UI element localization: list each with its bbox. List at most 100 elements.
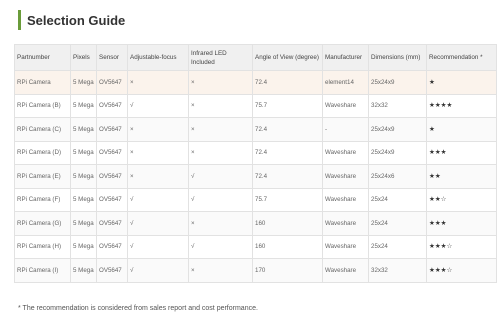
cell-infrared-led: ×	[188, 140, 253, 165]
table-row: RPi Camera (C) 5 Mega OV5647 × × 72.4 - …	[14, 117, 497, 142]
cell-sensor: OV5647	[96, 117, 128, 142]
cell-partnumber: RPi Camera (H)	[14, 234, 71, 259]
column-header: Pixels	[70, 44, 97, 71]
cell-pixels: 5 Mega	[70, 187, 97, 212]
section-title-bar: Selection Guide	[18, 10, 125, 30]
cell-pixels: 5 Mega	[70, 117, 97, 142]
cell-adjustable-focus: √	[127, 93, 189, 118]
page-title: Selection Guide	[27, 12, 126, 28]
cell-pixels: 5 Mega	[70, 93, 97, 118]
cell-dimensions: 32x32	[368, 258, 427, 283]
cell-recommendation: ★★★☆	[426, 258, 497, 283]
cell-partnumber: RPi Camera (G)	[14, 211, 71, 236]
cell-recommendation: ★★	[426, 164, 497, 189]
table-row: RPi Camera (I) 5 Mega OV5647 √ × 170 Wav…	[14, 258, 497, 283]
cell-sensor: OV5647	[96, 164, 128, 189]
cell-infrared-led: ×	[188, 93, 253, 118]
cell-manufacturer: Waveshare	[322, 234, 369, 259]
recommendation-footnote: * The recommendation is considered from …	[18, 305, 258, 312]
table-row: RPi Camera (H) 5 Mega OV5647 √ √ 160 Wav…	[14, 234, 497, 259]
cell-dimensions: 25x24	[368, 187, 427, 212]
cell-angle-of-view: 72.4	[252, 164, 323, 189]
cell-angle-of-view: 75.7	[252, 93, 323, 118]
cell-partnumber: RPi Camera (B)	[14, 93, 71, 118]
cell-pixels: 5 Mega	[70, 211, 97, 236]
table-row: RPi Camera (G) 5 Mega OV5647 √ × 160 Wav…	[14, 211, 497, 236]
cell-dimensions: 25x24x9	[368, 117, 427, 142]
cell-infrared-led: √	[188, 164, 253, 189]
column-header: Partnumber	[14, 44, 71, 71]
cell-dimensions: 25x24	[368, 211, 427, 236]
cell-adjustable-focus: ×	[127, 140, 189, 165]
cell-recommendation: ★★★	[426, 140, 497, 165]
cell-manufacturer: Waveshare	[322, 93, 369, 118]
cell-partnumber: RPi Camera (C)	[14, 117, 71, 142]
cell-infrared-led: ×	[188, 211, 253, 236]
cell-manufacturer: Waveshare	[322, 164, 369, 189]
cell-adjustable-focus: √	[127, 211, 189, 236]
cell-recommendation: ★★★★	[426, 93, 497, 118]
column-header: Recommendation *	[426, 44, 497, 71]
cell-partnumber: RPi Camera (E)	[14, 164, 71, 189]
cell-adjustable-focus: ×	[127, 164, 189, 189]
cell-sensor: OV5647	[96, 93, 128, 118]
cell-angle-of-view: 170	[252, 258, 323, 283]
cell-infrared-led: ×	[188, 258, 253, 283]
cell-partnumber: RPi Camera (D)	[14, 140, 71, 165]
selection-table: Partnumber Pixels Sensor Adjustable-focu…	[14, 44, 497, 283]
cell-infrared-led: √	[188, 187, 253, 212]
cell-recommendation: ★	[426, 117, 497, 142]
cell-adjustable-focus: √	[127, 258, 189, 283]
selection-table-container: Partnumber Pixels Sensor Adjustable-focu…	[14, 44, 497, 283]
cell-dimensions: 32x32	[368, 93, 427, 118]
cell-manufacturer: Waveshare	[322, 258, 369, 283]
cell-manufacturer: Waveshare	[322, 211, 369, 236]
cell-dimensions: 25x24x9	[368, 70, 427, 95]
cell-adjustable-focus: √	[127, 234, 189, 259]
column-header: Sensor	[96, 44, 128, 71]
column-header: Dimensions (mm)	[368, 44, 427, 71]
cell-adjustable-focus: ×	[127, 70, 189, 95]
cell-dimensions: 25x24x9	[368, 140, 427, 165]
cell-pixels: 5 Mega	[70, 140, 97, 165]
cell-sensor: OV5647	[96, 140, 128, 165]
table-row: RPi Camera (F) 5 Mega OV5647 √ √ 75.7 Wa…	[14, 187, 497, 212]
cell-adjustable-focus: √	[127, 187, 189, 212]
cell-angle-of-view: 72.4	[252, 140, 323, 165]
cell-dimensions: 25x24	[368, 234, 427, 259]
cell-dimensions: 25x24x6	[368, 164, 427, 189]
cell-recommendation: ★★★	[426, 211, 497, 236]
cell-angle-of-view: 72.4	[252, 117, 323, 142]
cell-partnumber: RPi Camera (I)	[14, 258, 71, 283]
column-header: Adjustable-focus	[127, 44, 189, 71]
cell-partnumber: RPi Camera (F)	[14, 187, 71, 212]
column-header: Infrared LED Included	[188, 44, 253, 71]
cell-angle-of-view: 160	[252, 234, 323, 259]
table-row: RPi Camera (E) 5 Mega OV5647 × √ 72.4 Wa…	[14, 164, 497, 189]
cell-manufacturer: -	[322, 117, 369, 142]
cell-partnumber: RPi Camera	[14, 70, 71, 95]
cell-sensor: OV5647	[96, 234, 128, 259]
cell-infrared-led: √	[188, 234, 253, 259]
cell-pixels: 5 Mega	[70, 258, 97, 283]
table-header-row: Partnumber Pixels Sensor Adjustable-focu…	[14, 44, 497, 71]
cell-sensor: OV5647	[96, 187, 128, 212]
column-header: Angle of View (degree)	[252, 44, 323, 71]
table-row: RPi Camera 5 Mega OV5647 × × 72.4 elemen…	[14, 70, 497, 95]
cell-pixels: 5 Mega	[70, 164, 97, 189]
table-row: RPi Camera (B) 5 Mega OV5647 √ × 75.7 Wa…	[14, 93, 497, 118]
cell-recommendation: ★★☆	[426, 187, 497, 212]
cell-recommendation: ★★★☆	[426, 234, 497, 259]
column-header: Manufacturer	[322, 44, 369, 71]
cell-pixels: 5 Mega	[70, 234, 97, 259]
cell-infrared-led: ×	[188, 117, 253, 142]
cell-sensor: OV5647	[96, 70, 128, 95]
cell-sensor: OV5647	[96, 258, 128, 283]
cell-pixels: 5 Mega	[70, 70, 97, 95]
cell-recommendation: ★	[426, 70, 497, 95]
cell-manufacturer: element14	[322, 70, 369, 95]
cell-adjustable-focus: ×	[127, 117, 189, 142]
table-row: RPi Camera (D) 5 Mega OV5647 × × 72.4 Wa…	[14, 140, 497, 165]
cell-angle-of-view: 160	[252, 211, 323, 236]
cell-sensor: OV5647	[96, 211, 128, 236]
